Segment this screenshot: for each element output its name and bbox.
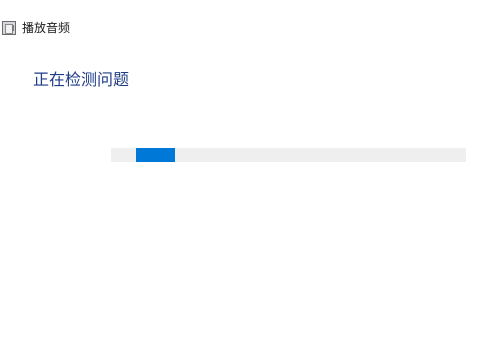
app-icon <box>2 21 16 35</box>
window-title: 播放音频 <box>22 21 71 35</box>
status-heading: 正在检测问题 <box>33 70 130 89</box>
progress-indicator <box>136 148 175 162</box>
troubleshooter-window: 播放音频 正在检测问题 <box>0 0 497 340</box>
progress-bar <box>111 148 466 162</box>
